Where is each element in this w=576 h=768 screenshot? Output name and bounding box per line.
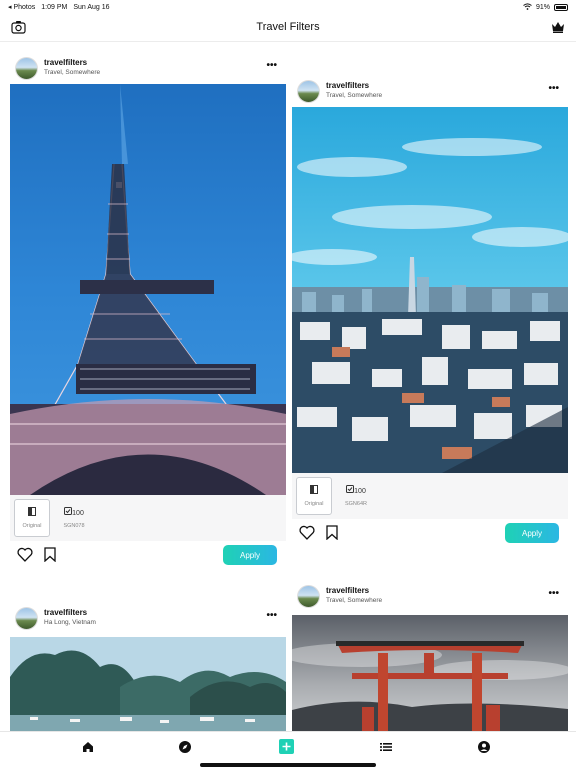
avatar[interactable] xyxy=(15,607,38,630)
filter-original[interactable]: Original xyxy=(14,499,50,537)
filter-label: SGN078 xyxy=(63,523,85,529)
bookmark-icon[interactable] xyxy=(326,525,338,541)
apply-button[interactable]: Apply xyxy=(505,523,559,543)
app-header: Travel Filters xyxy=(0,14,576,42)
post-username[interactable]: travelfilters xyxy=(326,81,369,90)
filter-strip: Original 100 SGN64R xyxy=(292,473,568,519)
home-icon[interactable] xyxy=(81,740,95,754)
list-icon[interactable] xyxy=(379,740,393,754)
post-photo-ha-long-bay[interactable] xyxy=(10,637,286,731)
filter-icon: 100 xyxy=(64,507,84,519)
filter-value: 100 xyxy=(354,488,366,495)
avatar[interactable] xyxy=(15,57,38,80)
post-location: Travel, Somewhere xyxy=(326,597,383,604)
original-icon xyxy=(310,485,318,497)
post-photo-torii-gate[interactable] xyxy=(292,615,568,731)
avatar[interactable] xyxy=(297,80,320,103)
filter-sgn078[interactable]: 100 SGN078 xyxy=(56,499,92,537)
heart-icon[interactable] xyxy=(299,525,315,540)
bookmark-icon[interactable] xyxy=(44,547,56,563)
post-card: travelfilters Ha Long, Vietnam ••• xyxy=(10,604,286,731)
post-location: Travel, Somewhere xyxy=(44,69,101,76)
battery-icon xyxy=(554,4,568,11)
filter-label: Original xyxy=(304,501,324,507)
post-location: Ha Long, Vietnam xyxy=(44,619,96,626)
post-actions: Apply xyxy=(292,520,568,548)
post-location: Travel, Somewhere xyxy=(326,92,383,99)
post-card: travelfilters Travel, Somewhere ••• xyxy=(10,54,286,565)
filter-strip: Original 100 SGN078 xyxy=(10,495,286,541)
filter-sgn64r[interactable]: 100 SGN64R xyxy=(338,477,374,515)
more-options-icon[interactable]: ••• xyxy=(548,588,559,599)
post-photo-eiffel-tower[interactable] xyxy=(10,84,286,495)
home-indicator xyxy=(200,763,376,767)
post-username[interactable]: travelfilters xyxy=(44,58,87,67)
filter-original[interactable]: Original xyxy=(296,477,332,515)
filter-icon: 100 xyxy=(346,485,366,497)
post-header: travelfilters Travel, Somewhere ••• xyxy=(292,77,568,105)
status-date: Sun Aug 16 xyxy=(73,3,110,11)
more-options-icon[interactable]: ••• xyxy=(548,83,559,94)
add-icon[interactable] xyxy=(279,739,294,754)
filter-label: Original xyxy=(22,523,42,529)
filter-label: SGN64R xyxy=(344,501,367,507)
post-username[interactable]: travelfilters xyxy=(44,608,87,617)
page-title: Travel Filters xyxy=(256,21,320,33)
tab-bar xyxy=(0,731,576,768)
back-to-photos-link[interactable]: ◂ Photos xyxy=(8,3,35,11)
heart-icon[interactable] xyxy=(17,547,33,562)
post-card: travelfilters Travel, Somewhere ••• xyxy=(292,77,568,543)
post-actions: Apply xyxy=(10,542,286,570)
crown-icon[interactable] xyxy=(551,20,565,34)
status-time: 1:09 PM xyxy=(41,3,68,11)
battery-percent: 91% xyxy=(535,4,550,11)
more-options-icon[interactable]: ••• xyxy=(266,60,277,71)
filter-value: 100 xyxy=(72,510,84,517)
post-card: travelfilters Travel, Somewhere ••• xyxy=(292,582,568,731)
apply-button[interactable]: Apply xyxy=(223,545,277,565)
post-username[interactable]: travelfilters xyxy=(326,586,369,595)
post-header: travelfilters Travel, Somewhere ••• xyxy=(292,582,568,610)
post-header: travelfilters Travel, Somewhere ••• xyxy=(10,54,286,82)
original-icon xyxy=(28,507,36,519)
wifi-icon xyxy=(523,3,532,12)
more-options-icon[interactable]: ••• xyxy=(266,610,277,621)
post-photo-city-skyline[interactable] xyxy=(292,107,568,473)
post-header: travelfilters Ha Long, Vietnam ••• xyxy=(10,604,286,632)
profile-icon[interactable] xyxy=(477,740,491,754)
compass-icon[interactable] xyxy=(178,740,192,754)
avatar[interactable] xyxy=(297,585,320,608)
status-bar: ◂ Photos 1:09 PM Sun Aug 16 91% xyxy=(0,0,576,14)
